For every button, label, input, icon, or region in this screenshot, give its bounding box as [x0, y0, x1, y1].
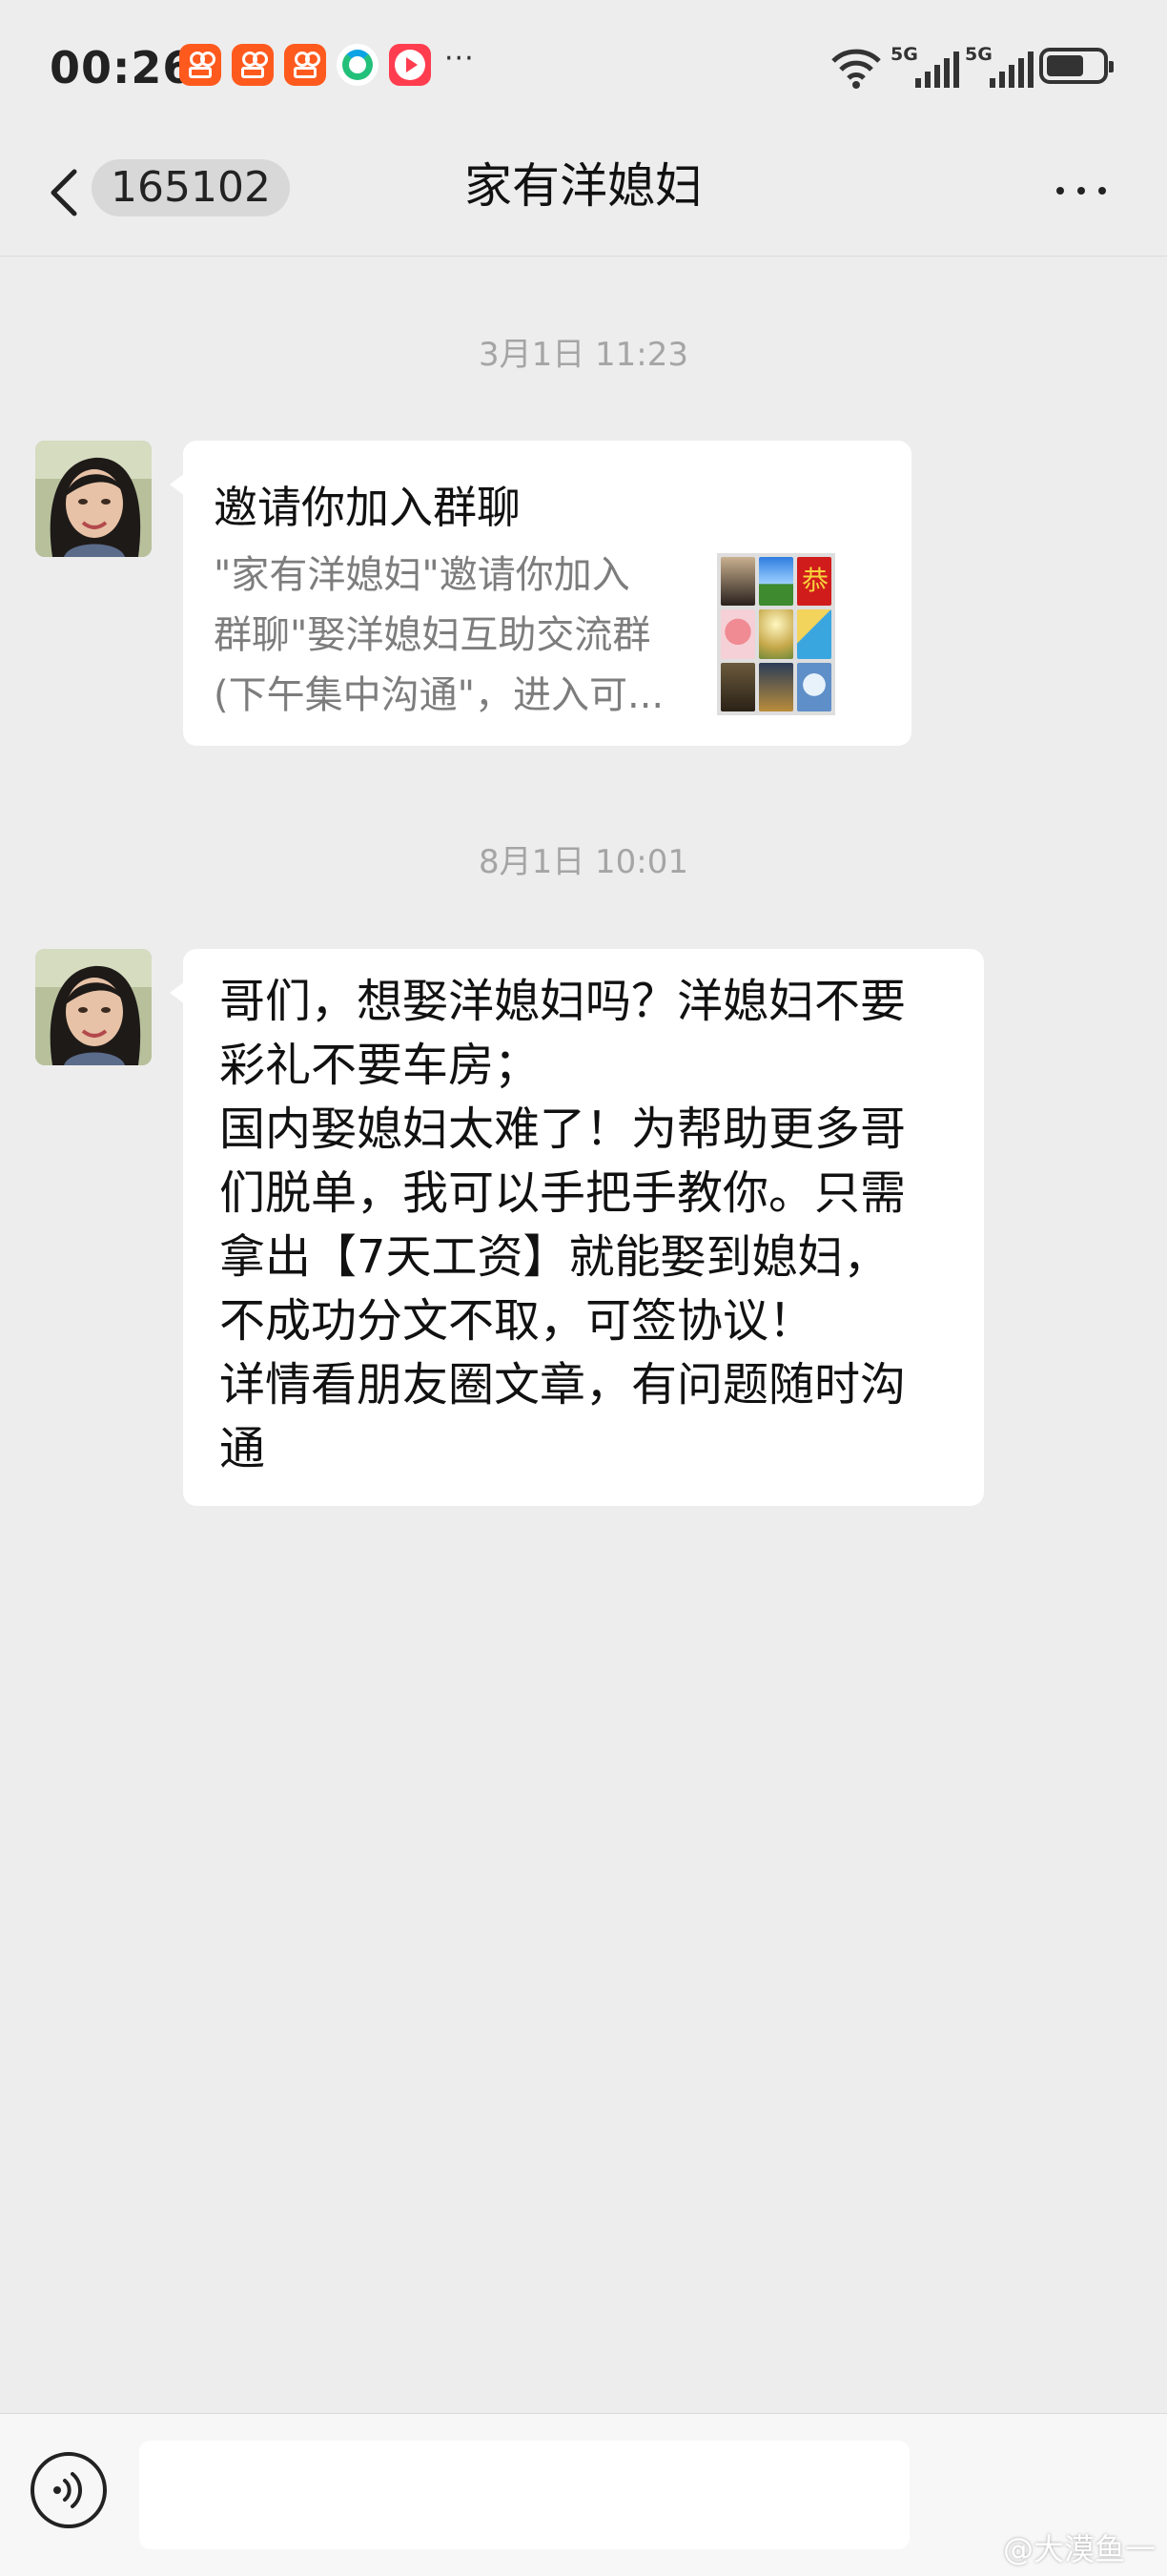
kuaishou-icon — [284, 44, 326, 86]
sender-avatar[interactable] — [35, 441, 152, 557]
invite-description-line: "家有洋媳妇"邀请你加入 — [214, 553, 630, 597]
wifi-icon — [831, 49, 881, 89]
cell-signal-icon: 5G — [891, 44, 967, 88]
avatar-image — [35, 949, 152, 1065]
network-type-label: 5G — [965, 44, 993, 65]
watermark: @大漠鱼一 — [1003, 2531, 1157, 2567]
member-avatar — [759, 557, 793, 607]
member-avatar — [721, 557, 755, 607]
unread-count-badge[interactable]: 165102 — [92, 159, 290, 216]
message-line: 拿出【7天工资】就能娶到媳妇， — [219, 1230, 890, 1284]
more-notifications-indicator: ··· — [444, 42, 475, 75]
status-bar: 00:26 ··· 5G 5G — [0, 0, 1167, 134]
battery-icon — [1039, 48, 1114, 84]
invite-description: "家有洋媳妇"邀请你加入 群聊"娶洋媳妇互助交流群 (下午集中沟通"，进入可..… — [214, 546, 690, 726]
message-line: 通 — [219, 1422, 266, 1475]
video-player-icon — [389, 44, 431, 86]
message-line: 哥们，想娶洋媳妇吗？洋媳妇不要 — [219, 975, 907, 1028]
member-avatar — [797, 609, 831, 659]
cell-signal-icon: 5G — [965, 44, 1041, 88]
back-button[interactable] — [42, 162, 88, 223]
input-bar — [0, 2413, 1167, 2576]
group-invite-card[interactable]: 邀请你加入群聊 "家有洋媳妇"邀请你加入 群聊"娶洋媳妇互助交流群 (下午集中沟… — [170, 441, 911, 746]
clock: 00:26 — [50, 42, 194, 93]
invite-title: 邀请你加入群聊 — [214, 482, 521, 533]
message-input[interactable] — [139, 2441, 910, 2549]
member-avatar — [759, 609, 793, 659]
kuaishou-icon — [232, 44, 274, 86]
message-text: 哥们，想娶洋媳妇吗？洋媳妇不要 彩礼不要车房； 国内娶媳妇太难了！为帮助更多哥 … — [219, 970, 944, 1481]
member-avatar — [721, 609, 755, 659]
voice-input-button[interactable] — [31, 2452, 107, 2528]
text-message-bubble[interactable]: 哥们，想娶洋媳妇吗？洋媳妇不要 彩礼不要车房； 国内娶媳妇太难了！为帮助更多哥 … — [170, 949, 984, 1506]
message-line: 详情看朋友圈文章，有问题随时沟 — [219, 1358, 907, 1412]
member-avatar: 恭 — [797, 557, 831, 607]
green-app-icon — [337, 44, 379, 86]
chat-options-button[interactable] — [1053, 177, 1114, 204]
invite-description-line: (下午集中沟通"，进入可... — [214, 673, 665, 717]
message-timestamp: 3月1日 11:23 — [478, 336, 689, 374]
more-icon — [1056, 187, 1064, 195]
sender-avatar[interactable] — [35, 949, 152, 1065]
message-timestamp: 8月1日 10:01 — [478, 843, 689, 881]
invite-description-line: 群聊"娶洋媳妇互助交流群 — [214, 613, 651, 657]
message-line: 彩礼不要车房； — [219, 1039, 541, 1092]
group-avatar-grid: 恭 — [717, 553, 835, 715]
avatar-image — [35, 441, 152, 557]
chat-header: 165102 家有洋媳妇 — [0, 134, 1167, 257]
member-avatar — [721, 662, 755, 711]
network-type-label: 5G — [891, 44, 918, 65]
chat-title: 家有洋媳妇 — [464, 158, 703, 214]
message-line: 们脱单，我可以手把手教你。只需 — [219, 1166, 907, 1220]
member-avatar — [797, 662, 831, 711]
message-line: 国内娶媳妇太难了！为帮助更多哥 — [219, 1103, 907, 1156]
kuaishou-icon — [179, 44, 221, 86]
voice-icon — [53, 2472, 83, 2508]
chevron-left-icon — [51, 169, 77, 216]
message-line: 不成功分文不取，可签协议！ — [219, 1294, 815, 1348]
member-avatar — [759, 662, 793, 711]
